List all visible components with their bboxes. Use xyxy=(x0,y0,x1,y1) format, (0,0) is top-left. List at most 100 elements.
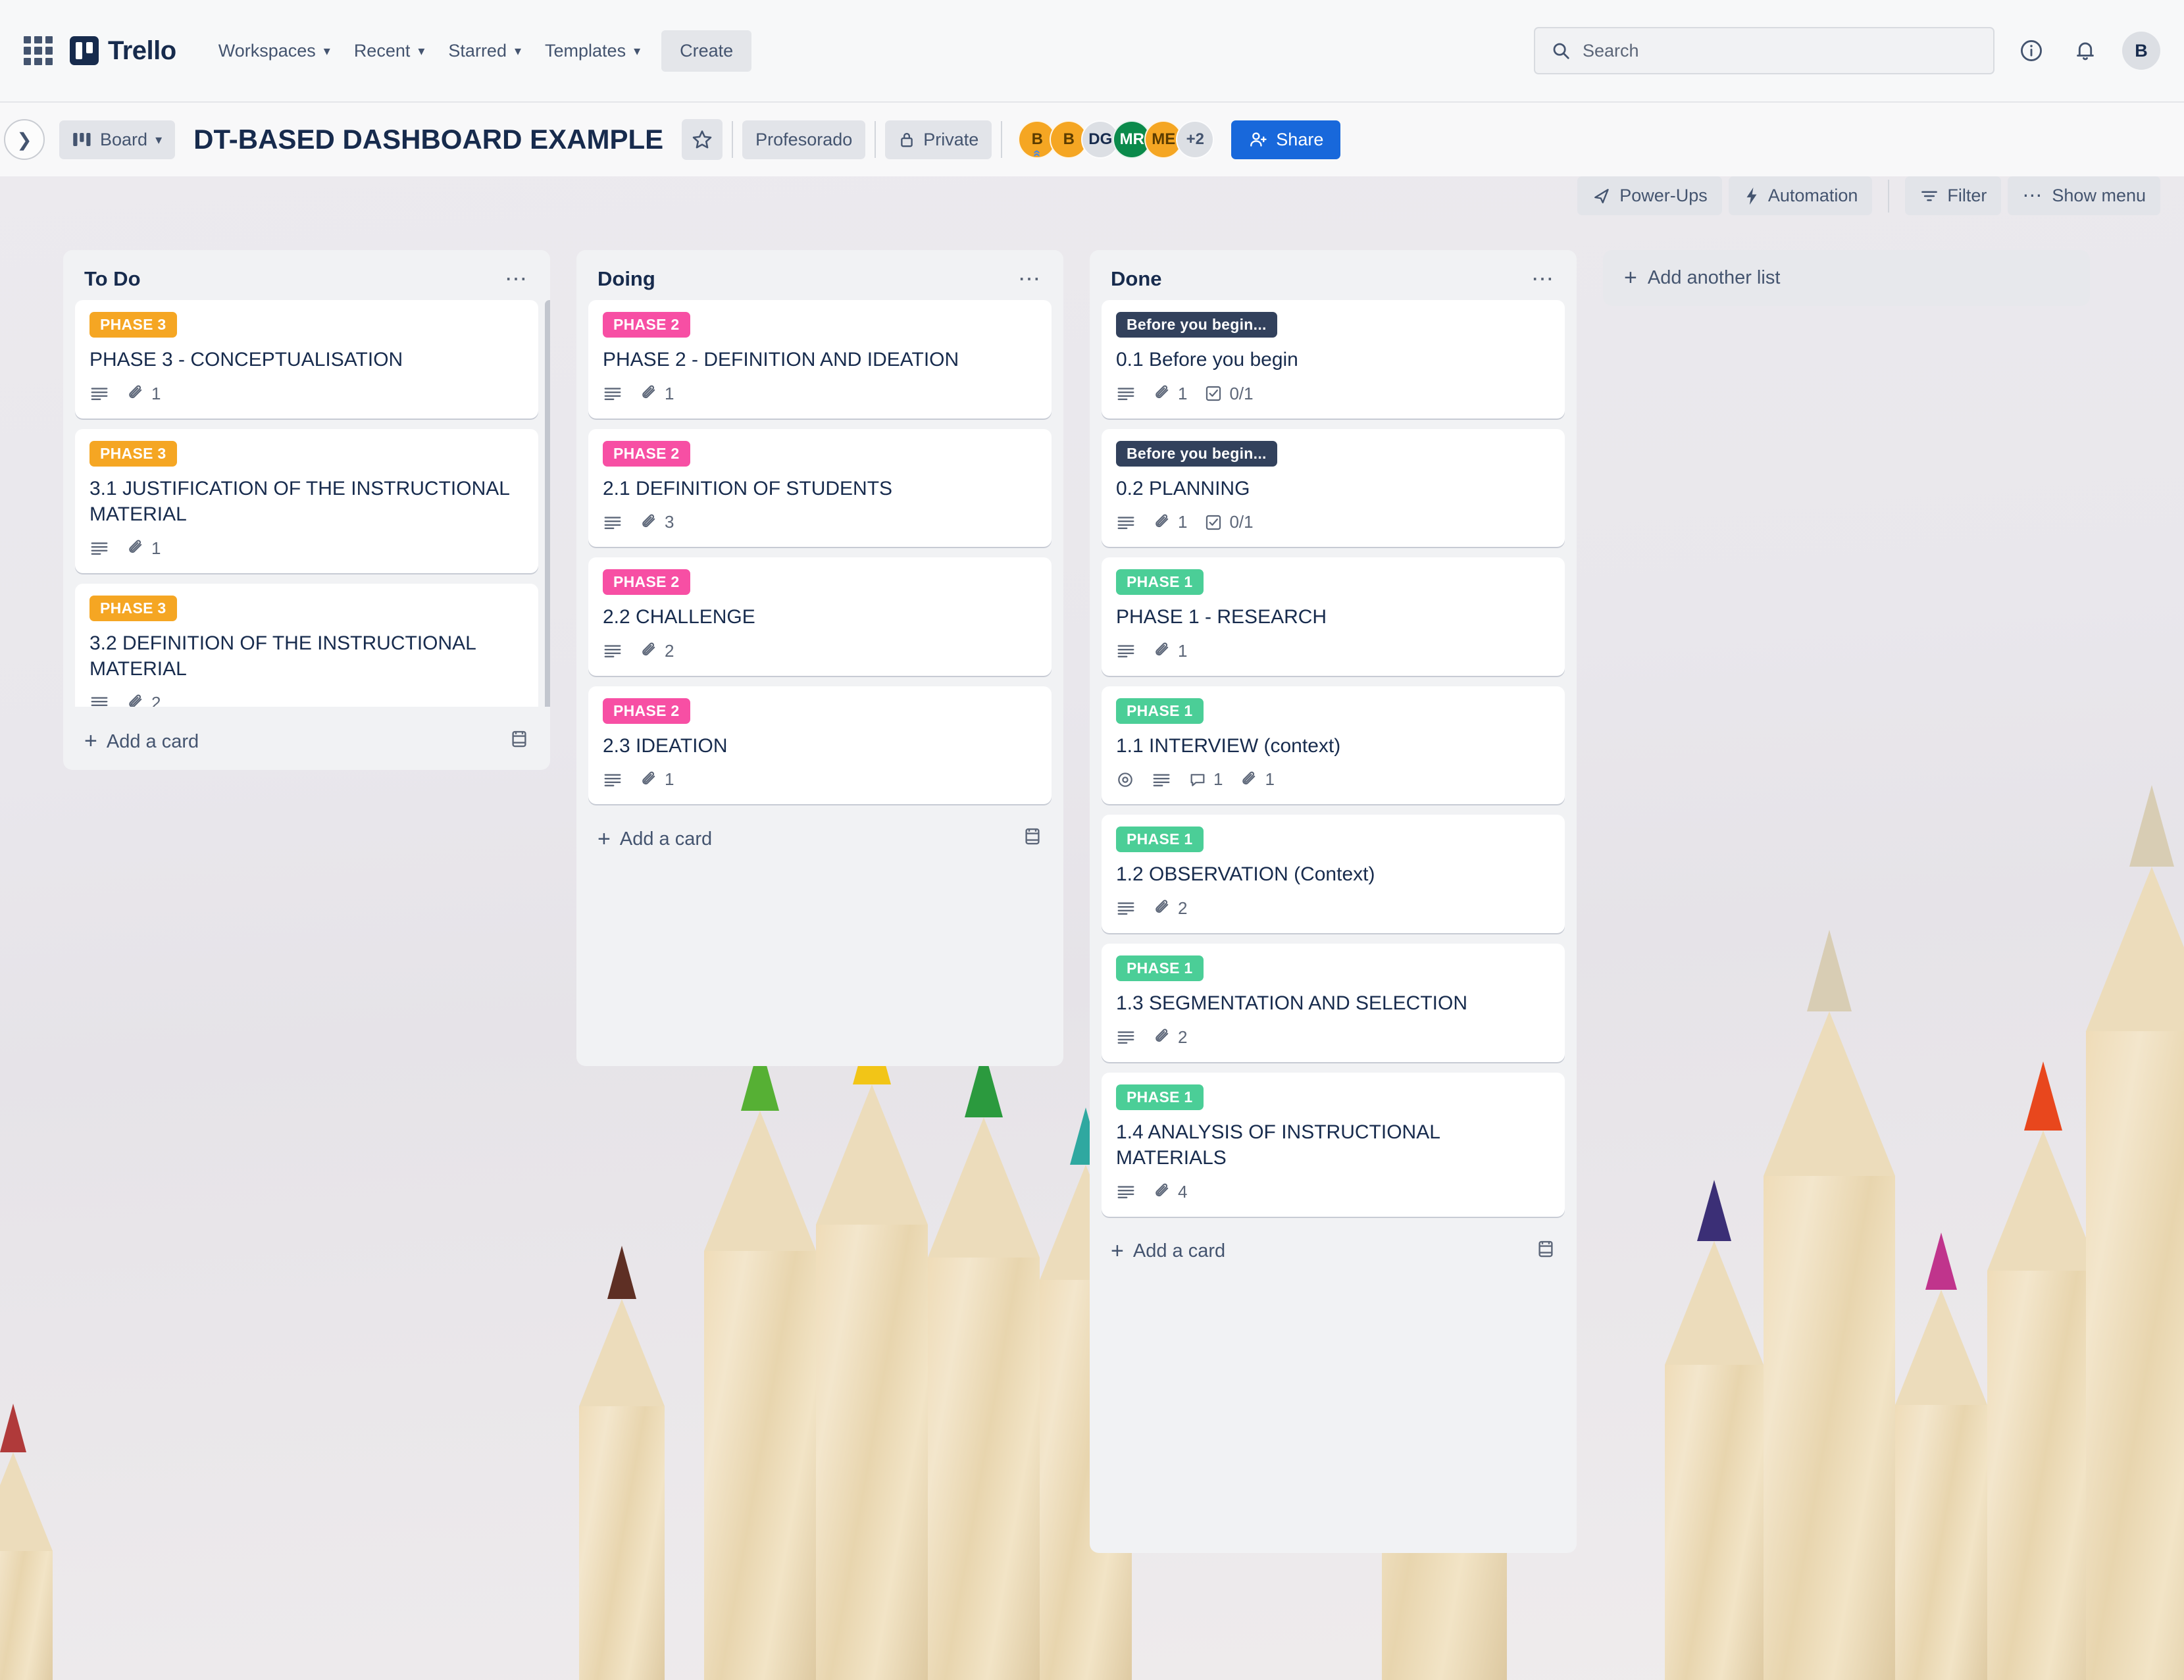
automation-button[interactable]: Automation xyxy=(1728,176,1873,215)
card-title: PHASE 3 - CONCEPTUALISATION xyxy=(89,349,403,370)
board-card[interactable]: PHASE 1 PHASE 1 - RESEARCH 1 xyxy=(1102,557,1565,676)
card-badge-attachment: 3 xyxy=(640,512,674,532)
sidebar-toggle-button[interactable]: ❯ xyxy=(4,119,45,160)
member-overflow-count[interactable]: +2 xyxy=(1176,120,1215,159)
card-badges: 2 xyxy=(603,641,1037,661)
search-input[interactable]: Search xyxy=(1534,27,1994,74)
list-header: To Do ⋯ xyxy=(63,250,550,300)
description-icon xyxy=(1153,774,1170,786)
automation-label: Automation xyxy=(1767,186,1858,205)
list-actions-icon[interactable]: ⋯ xyxy=(1531,267,1556,290)
star-board-button[interactable] xyxy=(682,119,723,160)
card-template-button[interactable] xyxy=(509,729,529,754)
trello-logo[interactable]: Trello xyxy=(70,36,176,66)
card-label[interactable]: PHASE 3 xyxy=(89,440,177,467)
card-badges: 1 xyxy=(89,538,524,559)
chevron-down-icon: ▾ xyxy=(514,43,522,59)
board-card[interactable]: PHASE 2 2.1 DEFINITION OF STUDENTS 3 xyxy=(588,428,1052,547)
avatar[interactable]: B xyxy=(2122,32,2160,70)
card-badge-value: 0/1 xyxy=(1229,512,1254,532)
power-ups-button[interactable]: Power-Ups xyxy=(1577,176,1722,215)
card-label[interactable]: Before you begin... xyxy=(1116,312,1277,338)
add-card-button[interactable]: + Add a card xyxy=(1090,1225,1577,1277)
apps-grid-icon[interactable] xyxy=(24,36,53,65)
card-badge-checklist: 0/1 xyxy=(1204,384,1254,404)
card-label[interactable]: Before you begin... xyxy=(1116,440,1277,467)
board-card[interactable]: PHASE 1 1.2 OBSERVATION (Context) 2 xyxy=(1102,815,1565,933)
board-card[interactable]: Before you begin... 0.1 Before you begin… xyxy=(1102,300,1565,419)
nav-recent[interactable]: Recent ▾ xyxy=(342,32,437,70)
lock-icon xyxy=(901,132,913,147)
show-menu-button[interactable]: ⋯ Show menu xyxy=(2008,176,2160,215)
attachment-icon xyxy=(1155,642,1169,656)
nav-templates-label: Templates xyxy=(545,40,626,61)
add-card-button[interactable]: + Add a card xyxy=(576,812,1063,865)
nav-workspaces-label: Workspaces xyxy=(218,40,316,61)
card-label[interactable]: PHASE 1 xyxy=(1116,569,1204,596)
board-card[interactable]: PHASE 1 1.3 SEGMENTATION AND SELECTION 2 xyxy=(1102,943,1565,1062)
card-label[interactable]: PHASE 2 xyxy=(603,312,690,338)
board-card[interactable]: PHASE 1 1.1 INTERVIEW (context) 1 1 xyxy=(1102,686,1565,805)
add-another-list-button[interactable]: + Add another list xyxy=(1603,250,2090,306)
board-view-switcher[interactable]: Board ▾ xyxy=(59,120,176,159)
card-badge-description xyxy=(1152,771,1171,788)
board-header: ❯ Board ▾ DT-BASED DASHBOARD EXAMPLE Pro… xyxy=(0,103,2184,176)
card-badge-description xyxy=(603,771,622,788)
nav-templates[interactable]: Templates ▾ xyxy=(533,32,652,70)
card-label[interactable]: PHASE 2 xyxy=(603,569,690,596)
card-label[interactable]: PHASE 1 xyxy=(1116,827,1204,853)
card-template-button[interactable] xyxy=(1536,1239,1556,1264)
info-circle-icon[interactable] xyxy=(2014,34,2048,68)
card-badge-value: 1 xyxy=(1178,640,1188,661)
card-badge-description xyxy=(603,514,622,531)
list-title[interactable]: Doing xyxy=(597,267,655,291)
card-label[interactable]: PHASE 1 xyxy=(1116,698,1204,724)
attachment-icon xyxy=(1155,1183,1169,1197)
card-template-icon xyxy=(1025,828,1040,845)
list-title[interactable]: To Do xyxy=(84,267,141,291)
nav-starred[interactable]: Starred ▾ xyxy=(436,32,533,70)
card-label[interactable]: PHASE 3 xyxy=(89,595,177,621)
description-icon xyxy=(1117,645,1134,658)
card-label[interactable]: PHASE 2 xyxy=(603,698,690,724)
description-icon xyxy=(1117,1186,1134,1199)
card-title: 0.2 PLANNING xyxy=(1116,477,1250,499)
card-badges: 1 xyxy=(89,384,524,404)
member-avatars: B «B DG MR ME +2 xyxy=(1018,120,1215,159)
card-badge-attachment: 1 xyxy=(1240,769,1275,790)
card-badges: 1 1 xyxy=(1116,769,1550,790)
nav-workspaces[interactable]: Workspaces ▾ xyxy=(207,32,342,70)
notification-bell-icon[interactable] xyxy=(2068,34,2102,68)
filter-button[interactable]: Filter xyxy=(1905,176,2002,215)
board-card[interactable]: PHASE 2 2.2 CHALLENGE 2 xyxy=(588,557,1052,676)
card-label[interactable]: PHASE 3 xyxy=(89,312,177,338)
description-icon xyxy=(604,645,621,658)
create-button[interactable]: Create xyxy=(661,30,752,72)
list-title[interactable]: Done xyxy=(1111,267,1162,291)
plus-icon: + xyxy=(597,826,611,852)
board-card[interactable]: PHASE 3 3.2 DEFINITION OF THE INSTRUCTIO… xyxy=(75,583,538,707)
board-card[interactable]: Before you begin... 0.2 PLANNING 1 0/1 xyxy=(1102,428,1565,547)
share-button[interactable]: Share xyxy=(1231,120,1341,159)
board-card[interactable]: PHASE 1 1.4 ANALYSIS OF INSTRUCTIONAL MA… xyxy=(1102,1072,1565,1217)
list-actions-icon[interactable]: ⋯ xyxy=(1018,267,1042,290)
visibility-button[interactable]: Private xyxy=(885,120,992,159)
workspace-button[interactable]: Profesorado xyxy=(742,120,866,159)
card-label[interactable]: PHASE 1 xyxy=(1116,955,1204,981)
card-label[interactable]: PHASE 1 xyxy=(1116,1084,1204,1110)
attachment-icon xyxy=(1155,1029,1169,1042)
list-scrollbar[interactable] xyxy=(545,300,550,707)
list-actions-icon[interactable]: ⋯ xyxy=(505,267,529,290)
board-card[interactable]: PHASE 2 PHASE 2 - DEFINITION AND IDEATIO… xyxy=(588,300,1052,419)
description-icon xyxy=(1117,902,1134,915)
card-template-button[interactable] xyxy=(1023,827,1042,852)
board-card[interactable]: PHASE 3 3.1 JUSTIFICATION OF THE INSTRUC… xyxy=(75,428,538,573)
card-label[interactable]: PHASE 2 xyxy=(603,440,690,467)
board-card[interactable]: PHASE 2 2.3 IDEATION 1 xyxy=(588,686,1052,805)
visibility-label: Private xyxy=(923,129,979,149)
board-card[interactable]: PHASE 3 PHASE 3 - CONCEPTUALISATION 1 xyxy=(75,300,538,419)
card-badge-attachment: 1 xyxy=(640,769,674,790)
checklist-icon xyxy=(1206,386,1221,401)
add-card-button[interactable]: + Add a card xyxy=(63,715,550,767)
card-title: PHASE 2 - DEFINITION AND IDEATION xyxy=(603,349,959,370)
